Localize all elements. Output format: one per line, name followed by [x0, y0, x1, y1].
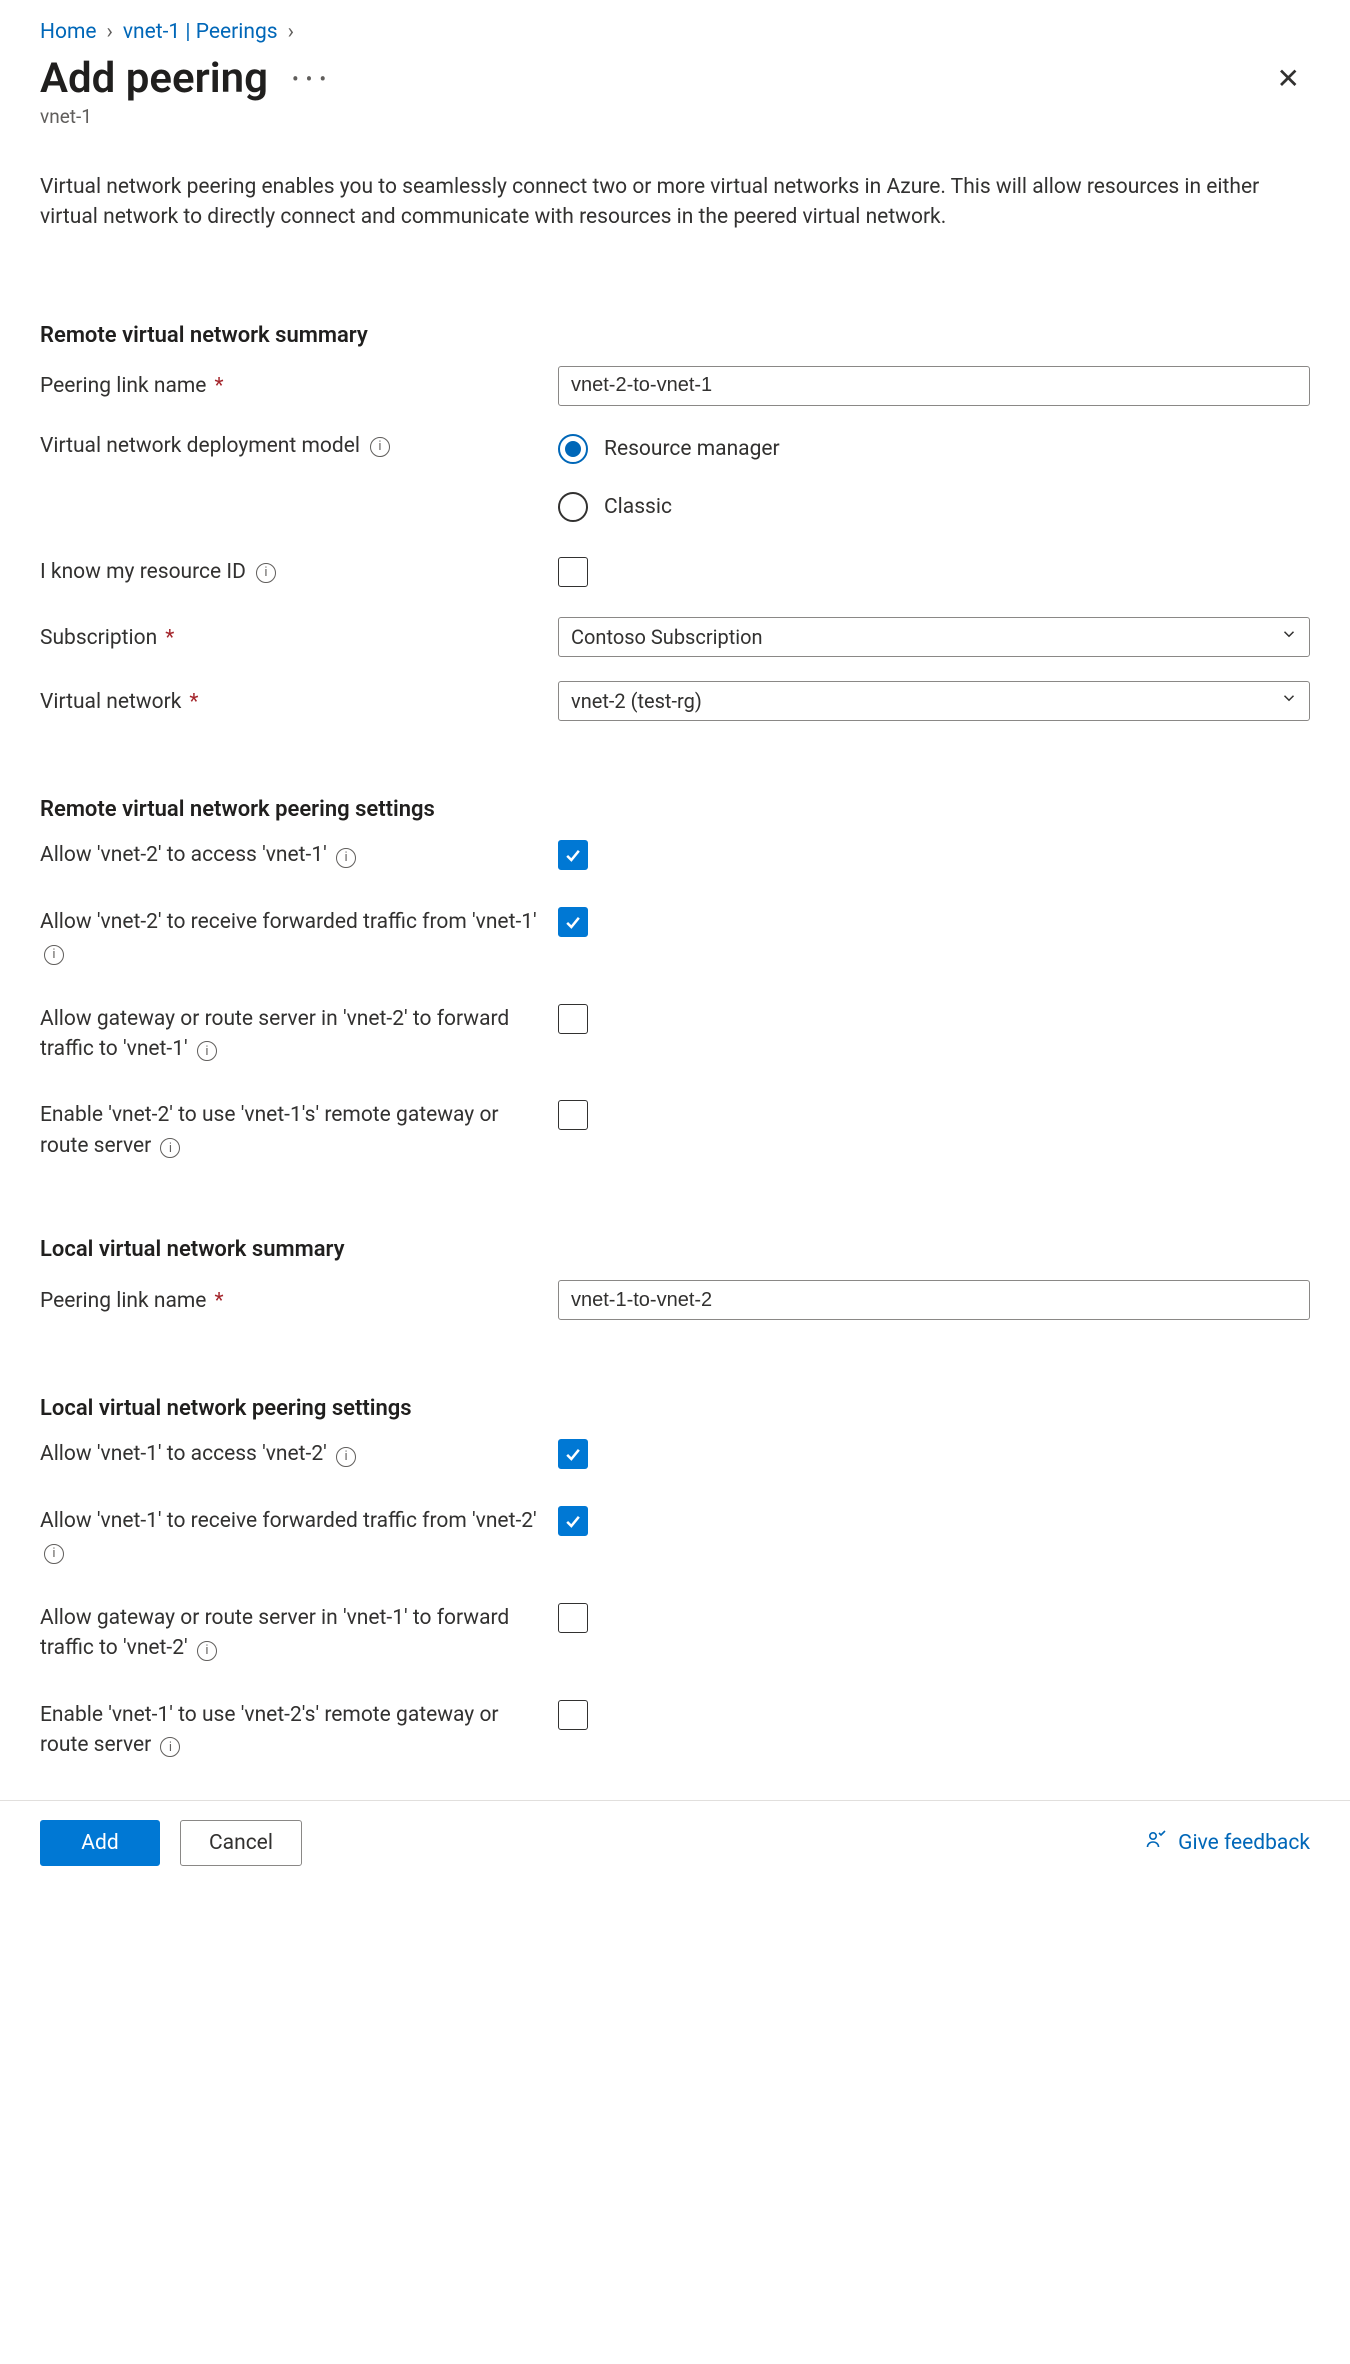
- info-icon[interactable]: i: [336, 1447, 356, 1467]
- radio-label-classic: Classic: [604, 495, 672, 519]
- checkbox-remote-allow-access[interactable]: [558, 840, 588, 870]
- select-virtual-network[interactable]: vnet-2 (test-rg): [558, 681, 1310, 721]
- section-remote-settings: Remote virtual network peering settings: [40, 797, 1310, 822]
- checkbox-local-allow-forwarded[interactable]: [558, 1506, 588, 1536]
- info-icon[interactable]: i: [44, 1544, 64, 1564]
- info-icon[interactable]: i: [197, 1041, 217, 1061]
- chevron-right-icon: ›: [107, 20, 113, 44]
- more-icon[interactable]: • • •: [292, 67, 327, 91]
- label-local-allow-forwarded: Allow 'vnet-1' to receive forwarded traf…: [40, 1506, 558, 1567]
- label-deployment-model: Virtual network deployment model i: [40, 430, 558, 461]
- info-icon[interactable]: i: [197, 1641, 217, 1661]
- radio-classic[interactable]: Classic: [558, 492, 1310, 522]
- label-remote-allow-access: Allow 'vnet-2' to access 'vnet-1' i: [40, 840, 558, 870]
- radio-icon: [558, 434, 588, 464]
- checkbox-remote-allow-gateway[interactable]: [558, 1004, 588, 1034]
- info-icon[interactable]: i: [160, 1138, 180, 1158]
- label-peering-link-name-local: Peering link name*: [40, 1285, 558, 1316]
- cancel-button[interactable]: Cancel: [180, 1820, 302, 1866]
- section-local-settings: Local virtual network peering settings: [40, 1396, 1310, 1421]
- give-feedback-link[interactable]: Give feedback: [1144, 1828, 1310, 1858]
- breadcrumb-home[interactable]: Home: [40, 20, 97, 44]
- checkbox-remote-enable-gateway[interactable]: [558, 1100, 588, 1130]
- checkbox-remote-allow-forwarded[interactable]: [558, 907, 588, 937]
- input-peering-link-name-remote[interactable]: [558, 366, 1310, 406]
- info-icon[interactable]: i: [336, 848, 356, 868]
- label-subscription: Subscription*: [40, 622, 558, 653]
- label-remote-allow-forwarded: Allow 'vnet-2' to receive forwarded traf…: [40, 907, 558, 968]
- section-remote-summary: Remote virtual network summary: [40, 323, 1310, 348]
- breadcrumb-peerings[interactable]: vnet-1 | Peerings: [123, 20, 278, 44]
- feedback-icon: [1144, 1828, 1168, 1858]
- checkbox-know-resource-id[interactable]: [558, 557, 588, 587]
- info-icon[interactable]: i: [256, 563, 276, 583]
- info-icon[interactable]: i: [44, 945, 64, 965]
- label-remote-enable-gateway: Enable 'vnet-2' to use 'vnet-1's' remote…: [40, 1100, 558, 1161]
- label-remote-allow-gateway: Allow gateway or route server in 'vnet-2…: [40, 1004, 558, 1065]
- radio-resource-manager[interactable]: Resource manager: [558, 434, 1310, 464]
- label-local-enable-gateway: Enable 'vnet-1' to use 'vnet-2's' remote…: [40, 1700, 558, 1761]
- page-title: Add peering: [40, 54, 268, 103]
- radio-icon: [558, 492, 588, 522]
- radio-label-resource-manager: Resource manager: [604, 437, 780, 461]
- add-button[interactable]: Add: [40, 1820, 160, 1866]
- breadcrumb: Home › vnet-1 | Peerings ›: [40, 20, 1310, 44]
- info-icon[interactable]: i: [160, 1737, 180, 1757]
- label-local-allow-gateway: Allow gateway or route server in 'vnet-1…: [40, 1603, 558, 1664]
- input-peering-link-name-local[interactable]: [558, 1280, 1310, 1320]
- page-description: Virtual network peering enables you to s…: [40, 172, 1310, 233]
- info-icon[interactable]: i: [370, 437, 390, 457]
- close-icon[interactable]: ✕: [1267, 56, 1310, 101]
- section-local-summary: Local virtual network summary: [40, 1237, 1310, 1262]
- footer-bar: Add Cancel Give feedback: [0, 1800, 1350, 1884]
- page-subtitle: vnet-1: [40, 105, 1310, 128]
- label-virtual-network: Virtual network*: [40, 686, 558, 717]
- label-know-resource-id: I know my resource ID i: [40, 556, 558, 587]
- chevron-right-icon: ›: [288, 20, 294, 44]
- label-local-allow-access: Allow 'vnet-1' to access 'vnet-2' i: [40, 1439, 558, 1469]
- select-subscription[interactable]: Contoso Subscription: [558, 617, 1310, 657]
- checkbox-local-allow-gateway[interactable]: [558, 1603, 588, 1633]
- label-peering-link-name-remote: Peering link name*: [40, 370, 558, 401]
- checkbox-local-enable-gateway[interactable]: [558, 1700, 588, 1730]
- checkbox-local-allow-access[interactable]: [558, 1439, 588, 1469]
